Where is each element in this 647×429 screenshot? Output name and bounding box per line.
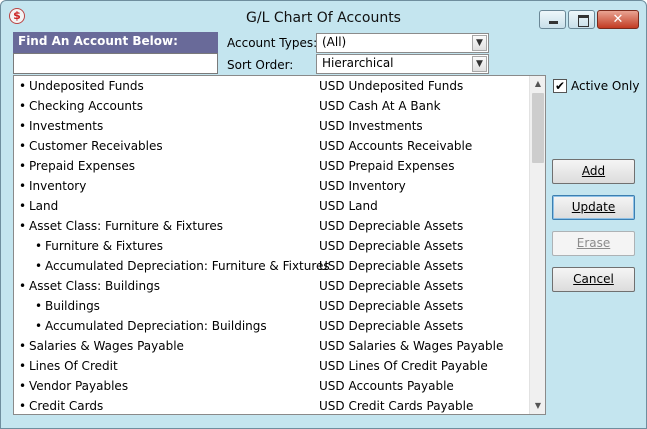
bullet-icon: • [19, 279, 27, 293]
account-name: Buildings [45, 299, 100, 313]
list-item[interactable]: • Checking Accounts USD Cash At A Bank [14, 96, 530, 116]
minimize-icon [540, 11, 565, 28]
list-item[interactable]: • Buildings USD Depreciable Assets [14, 296, 530, 316]
account-type: USD Depreciable Assets [319, 279, 464, 293]
account-list[interactable]: • Credit Cards USD Credit Cards Payable • Ve… [13, 75, 546, 415]
account-type: USD Lines Of Credit Payable [319, 359, 488, 373]
account-name: Vendor Payables [29, 379, 129, 393]
list-item[interactable]: • Undeposited Funds USD Undeposited Funds [14, 76, 530, 96]
account-name: Inventory [29, 179, 87, 193]
update-button[interactable]: Update [552, 195, 635, 220]
account-type: USD Depreciable Assets [319, 299, 464, 313]
active-only-label[interactable]: Active Only [571, 79, 639, 93]
bullet-icon: • [19, 79, 27, 93]
account-name: Credit Cards [29, 399, 104, 413]
list-item[interactable]: • Land USD Land [14, 196, 530, 216]
list-item[interactable]: • Vendor Payables USD Accounts Payable [14, 376, 530, 396]
account-type: USD Depreciable Assets [319, 319, 464, 333]
list-item[interactable]: • Asset Class: Buildings USD Depreciable A… [14, 276, 530, 296]
bullet-icon: • [19, 119, 27, 133]
minimize-button[interactable] [539, 10, 566, 29]
account-name: Customer Receivables [29, 139, 163, 153]
account-name: Accumulated Depreciation: Buildings [45, 319, 267, 333]
account-types-label: Account Types: [227, 36, 318, 50]
account-name: Investments [29, 119, 104, 133]
bullet-icon: • [19, 379, 27, 393]
sort-order-value: Hierarchical [322, 56, 394, 70]
list-item[interactable]: • Customer Receivables USD Accounts Receiv… [14, 136, 530, 156]
account-name: Prepaid Expenses [29, 159, 135, 173]
account-name: Furniture & Fixtures [45, 239, 163, 253]
account-types-select[interactable]: (All) ▼ [316, 33, 489, 53]
account-type: USD Accounts Receivable [319, 139, 473, 153]
sort-order-select[interactable]: Hierarchical ▼ [316, 54, 489, 74]
account-type: USD Depreciable Assets [319, 239, 464, 253]
list-item[interactable]: • Lines Of Credit USD Lines Of Credit Paya… [14, 356, 530, 376]
chevron-down-icon[interactable]: ▼ [472, 56, 487, 72]
list-item[interactable]: • Inventory USD Inventory [14, 176, 530, 196]
account-type: USD Depreciable Assets [319, 219, 464, 233]
bullet-icon: • [19, 399, 27, 413]
add-button[interactable]: Add [552, 159, 635, 184]
list-item[interactable]: • Credit Cards USD Credit Cards Payable [14, 396, 530, 414]
account-name: Land [29, 199, 59, 213]
chevron-down-icon[interactable]: ▼ [472, 35, 487, 51]
account-type: USD Undeposited Funds [319, 79, 464, 93]
vertical-scrollbar[interactable]: ▲ ▼ [529, 76, 545, 414]
cancel-button[interactable]: Cancel [552, 267, 635, 292]
scroll-up-icon[interactable]: ▲ [530, 76, 545, 92]
account-name: Checking Accounts [29, 99, 143, 113]
list-item[interactable]: • Investments USD Investments [14, 116, 530, 136]
bullet-icon: • [35, 259, 43, 273]
bullet-icon: • [19, 219, 27, 233]
account-type: USD Land [319, 199, 378, 213]
account-type: USD Salaries & Wages Payable [319, 339, 504, 353]
list-item[interactable]: • Accumulated Depreciation: Buildings USD … [14, 316, 530, 336]
account-type: USD Investments [319, 119, 423, 133]
bullet-icon: • [19, 99, 27, 113]
chart-of-accounts-window: $ G/L Chart Of Accounts ✕ Find An Accoun… [0, 0, 647, 429]
account-type: USD Inventory [319, 179, 406, 193]
bullet-icon: • [35, 319, 43, 333]
scroll-down-icon[interactable]: ▼ [530, 398, 545, 414]
title-bar: $ G/L Chart Of Accounts ✕ [1, 1, 646, 31]
list-item[interactable]: • Furniture & Fixtures USD Depreciable Ass… [14, 236, 530, 256]
account-name: Asset Class: Buildings [29, 279, 160, 293]
bullet-icon: • [19, 179, 27, 193]
bullet-icon: • [35, 299, 43, 313]
find-account-input[interactable] [13, 53, 218, 74]
account-name: Accumulated Depreciation: Furniture & Fi… [45, 259, 330, 273]
erase-button: Erase [552, 231, 635, 256]
list-item[interactable]: • Prepaid Expenses USD Prepaid Expenses [14, 156, 530, 176]
sort-order-label: Sort Order: [227, 58, 294, 72]
active-only-checkbox[interactable]: ✔ [553, 79, 567, 93]
close-button[interactable]: ✕ [597, 10, 639, 29]
account-type: USD Credit Cards Payable [319, 399, 474, 413]
account-name: Lines Of Credit [29, 359, 118, 373]
close-icon: ✕ [612, 12, 624, 27]
bullet-icon: • [35, 239, 43, 253]
account-type: USD Prepaid Expenses [319, 159, 455, 173]
bullet-icon: • [19, 159, 27, 173]
scroll-thumb[interactable] [532, 93, 544, 163]
maximize-button[interactable] [568, 10, 595, 29]
list-item[interactable]: • Accumulated Depreciation: Furniture & F… [14, 256, 530, 276]
account-name: Asset Class: Furniture & Fixtures [29, 219, 223, 233]
bullet-icon: • [19, 359, 27, 373]
account-name: Undeposited Funds [29, 79, 144, 93]
account-type: USD Cash At A Bank [319, 99, 441, 113]
bullet-icon: • [19, 339, 27, 353]
account-types-value: (All) [322, 35, 347, 49]
account-type: USD Accounts Payable [319, 379, 454, 393]
find-account-label: Find An Account Below: [13, 32, 218, 53]
account-name: Salaries & Wages Payable [29, 339, 184, 353]
list-item[interactable]: • Asset Class: Furniture & Fixtures USD De… [14, 216, 530, 236]
account-type: USD Depreciable Assets [319, 259, 464, 273]
maximize-icon [569, 11, 594, 28]
bullet-icon: • [19, 139, 27, 153]
bullet-icon: • [19, 199, 27, 213]
list-item[interactable]: • Salaries & Wages Payable USD Salaries & … [14, 336, 530, 356]
